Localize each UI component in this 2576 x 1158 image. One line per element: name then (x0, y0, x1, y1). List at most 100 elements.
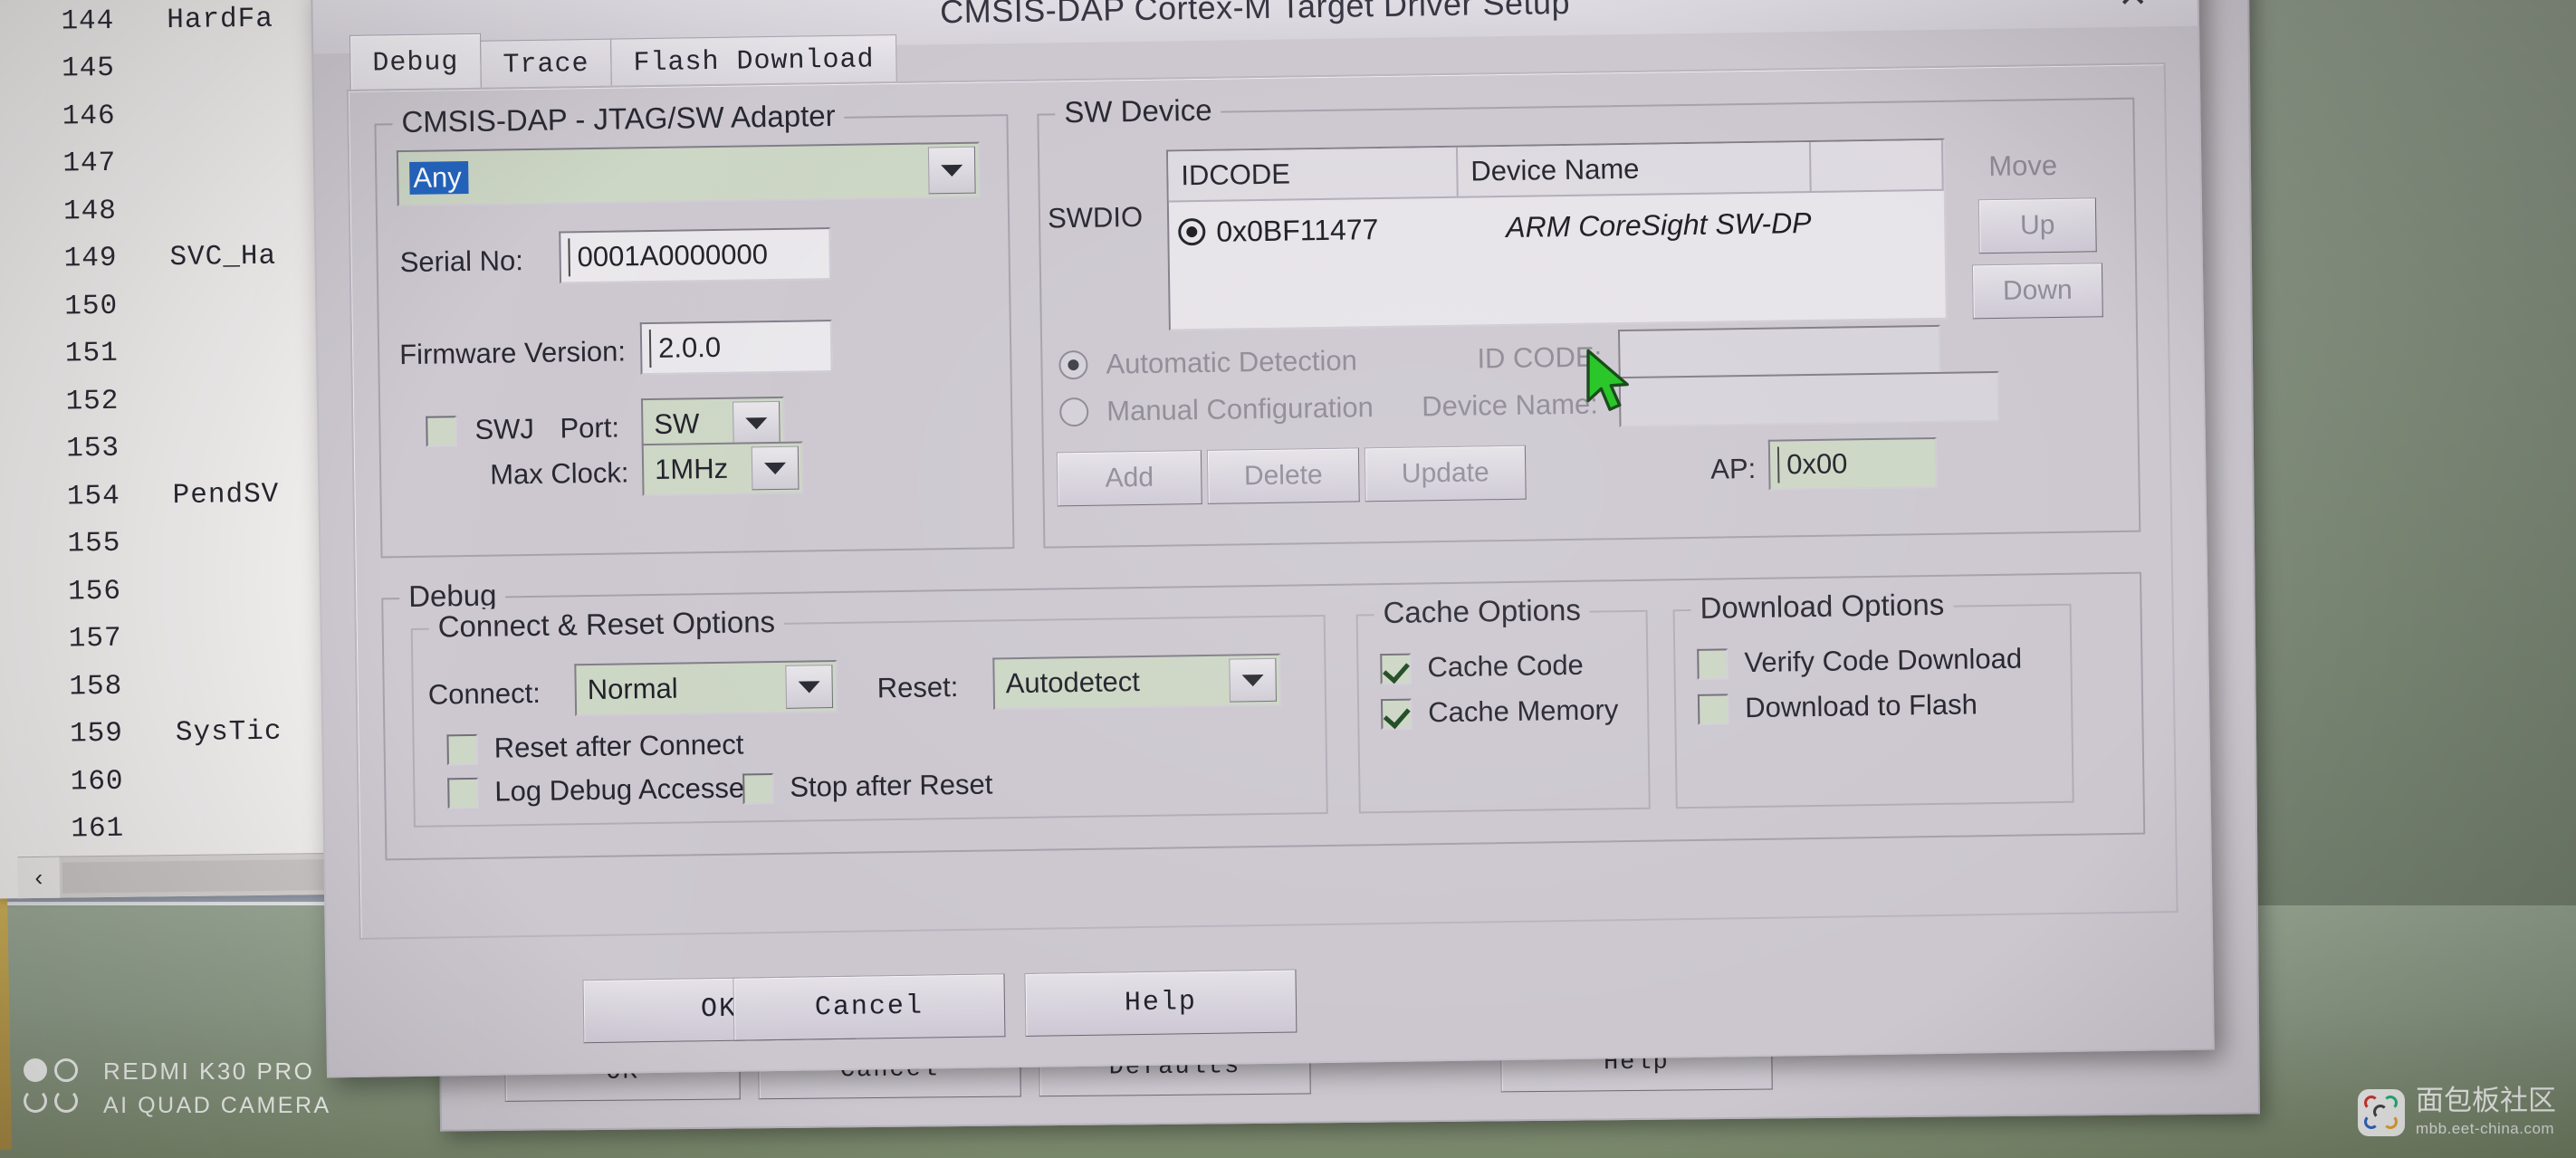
line-source: SVC_Ha (169, 240, 277, 274)
cache-options-group: Cache Options Cache Code Cache Memory (1355, 592, 1651, 814)
editor-horizontal-scrollbar[interactable]: ‹ (17, 852, 376, 899)
line-source (121, 163, 168, 164)
column-device-name: Device Name (1457, 141, 1812, 196)
cancel-button[interactable]: Cancel (733, 973, 1006, 1041)
camera-watermark-line1: REDMI K30 PRO (103, 1058, 315, 1086)
manual-configuration-radio[interactable] (1058, 397, 1089, 427)
cache-code-checkbox[interactable] (1380, 653, 1412, 685)
stop-after-reset-label: Stop after Reset (790, 768, 993, 803)
line-source (123, 305, 170, 306)
scroll-left-arrow-icon[interactable]: ‹ (17, 857, 61, 899)
table-row[interactable]: 0x0BF11477 ARM CoreSight SW-DP (1169, 191, 1945, 263)
code-line: 146 (0, 89, 366, 141)
line-number: 147 (62, 148, 117, 180)
move-up-button[interactable]: Up (1977, 197, 2097, 254)
line-number: 152 (65, 385, 120, 418)
chevron-down-icon[interactable] (785, 665, 834, 709)
line-number: 155 (67, 528, 121, 560)
cache-memory-checkbox[interactable] (1380, 698, 1412, 731)
stop-after-reset-checkbox[interactable] (742, 773, 774, 805)
line-number: 146 (62, 100, 116, 133)
delete-button[interactable]: Delete (1206, 447, 1360, 504)
help-button[interactable]: Help (1024, 969, 1298, 1037)
line-source (125, 448, 172, 449)
line-source (124, 353, 171, 354)
firmware-version-label: Firmware Version: (398, 335, 627, 371)
code-line: 153 (0, 422, 369, 474)
automatic-detection-radio[interactable] (1058, 349, 1088, 380)
row-selected-radio-icon[interactable] (1178, 217, 1206, 246)
tab-trace[interactable]: Trace (480, 38, 612, 90)
line-number: 153 (66, 433, 120, 465)
line-source: PendSV (172, 478, 280, 512)
ap-field[interactable]: 0x00 (1767, 436, 1938, 491)
line-number: 157 (68, 623, 122, 656)
line-number: 158 (69, 670, 123, 703)
reset-after-connect-checkbox[interactable] (446, 733, 478, 766)
log-debug-accesses-checkbox[interactable] (447, 777, 479, 809)
chevron-down-icon[interactable] (733, 400, 780, 445)
update-button[interactable]: Update (1364, 445, 1527, 502)
row-device-name: ARM CoreSight SW-DP (1505, 206, 1812, 244)
add-button[interactable]: Add (1056, 449, 1202, 507)
line-source (122, 210, 169, 211)
cmsis-dap-target-driver-setup-dialog: CMSIS-DAP Cortex-M Target Driver Setup ✕… (311, 0, 2215, 1078)
adapter-select[interactable]: Any (396, 141, 981, 207)
max-clock-label: Max Clock: (489, 456, 629, 491)
verify-code-download-checkbox[interactable] (1697, 648, 1729, 680)
line-number: 151 (64, 338, 119, 370)
max-clock-select[interactable]: 1MHz (641, 441, 804, 497)
camera-watermark: REDMI K30 PRO AI QUAD CAMERA (24, 1055, 331, 1122)
chevron-down-icon[interactable] (1229, 657, 1278, 703)
sw-device-list[interactable]: IDCODE Device Name 0x0BF11477 ARM CoreSi… (1165, 138, 1948, 331)
move-label: Move (1988, 148, 2058, 183)
line-source (124, 400, 171, 401)
verify-code-download-label: Verify Code Download (1744, 642, 2023, 679)
line-source (129, 780, 177, 781)
device-name-field[interactable] (1618, 370, 2000, 428)
code-line: 159 SysTic (0, 707, 373, 760)
device-name-label: Device Name: (1421, 388, 1599, 423)
swdio-label: SWDIO (1047, 200, 1144, 234)
line-source (127, 590, 174, 591)
column-idcode: IDCODE (1167, 147, 1459, 201)
tab-debug[interactable]: Debug (349, 33, 482, 91)
connect-select[interactable]: Normal (574, 659, 838, 717)
move-down-button[interactable]: Down (1971, 263, 2103, 320)
camera-watermark-line2: AI QUAD CAMERA (103, 1092, 331, 1118)
code-line: 156 (0, 564, 371, 617)
code-line: 160 (0, 754, 374, 807)
adapter-group: CMSIS-DAP - JTAG/SW Adapter Any Serial N… (374, 98, 1015, 559)
serial-no-label: Serial No: (399, 244, 524, 279)
line-number: 148 (62, 195, 118, 228)
tab-flash-download[interactable]: Flash Download (610, 33, 897, 88)
ap-value: 0x00 (1786, 447, 1848, 481)
code-line: 155 (0, 517, 371, 569)
download-to-flash-label: Download to Flash (1744, 688, 1978, 724)
serial-no-value: 0001A0000000 (577, 238, 769, 273)
reset-select[interactable]: Autodetect (992, 653, 1282, 711)
firmware-version-value: 2.0.0 (657, 330, 722, 364)
site-watermark: 面包板社区 mbb.eet-china.com (2358, 1087, 2556, 1138)
code-line: 144 HardFa (0, 0, 365, 46)
line-source (120, 68, 168, 69)
download-to-flash-checkbox[interactable] (1697, 694, 1729, 725)
tab-panel-debug: CMSIS-DAP - JTAG/SW Adapter Any Serial N… (346, 62, 2179, 940)
cache-code-label: Cache Code (1427, 648, 1585, 684)
site-name-cn: 面包板社区 (2416, 1085, 2556, 1117)
adapter-group-legend: CMSIS-DAP - JTAG/SW Adapter (392, 98, 845, 140)
serial-no-field[interactable]: 0001A0000000 (559, 227, 832, 284)
close-icon[interactable]: ✕ (2104, 0, 2161, 20)
line-source (126, 543, 173, 544)
line-number: 159 (69, 718, 124, 751)
firmware-version-field: 2.0.0 (639, 320, 833, 376)
chevron-down-icon[interactable] (751, 445, 800, 491)
ap-label: AP: (1709, 452, 1757, 485)
reset-label: Reset: (876, 671, 959, 704)
swj-checkbox[interactable] (426, 416, 457, 447)
line-source (129, 828, 177, 829)
chevron-down-icon[interactable] (927, 146, 976, 195)
connect-label: Connect: (427, 676, 541, 711)
connect-reset-options-group: Connect & Reset Options Connect: Normal … (410, 604, 1328, 828)
download-options-group: Download Options Verify Code Download Do… (1672, 587, 2074, 809)
